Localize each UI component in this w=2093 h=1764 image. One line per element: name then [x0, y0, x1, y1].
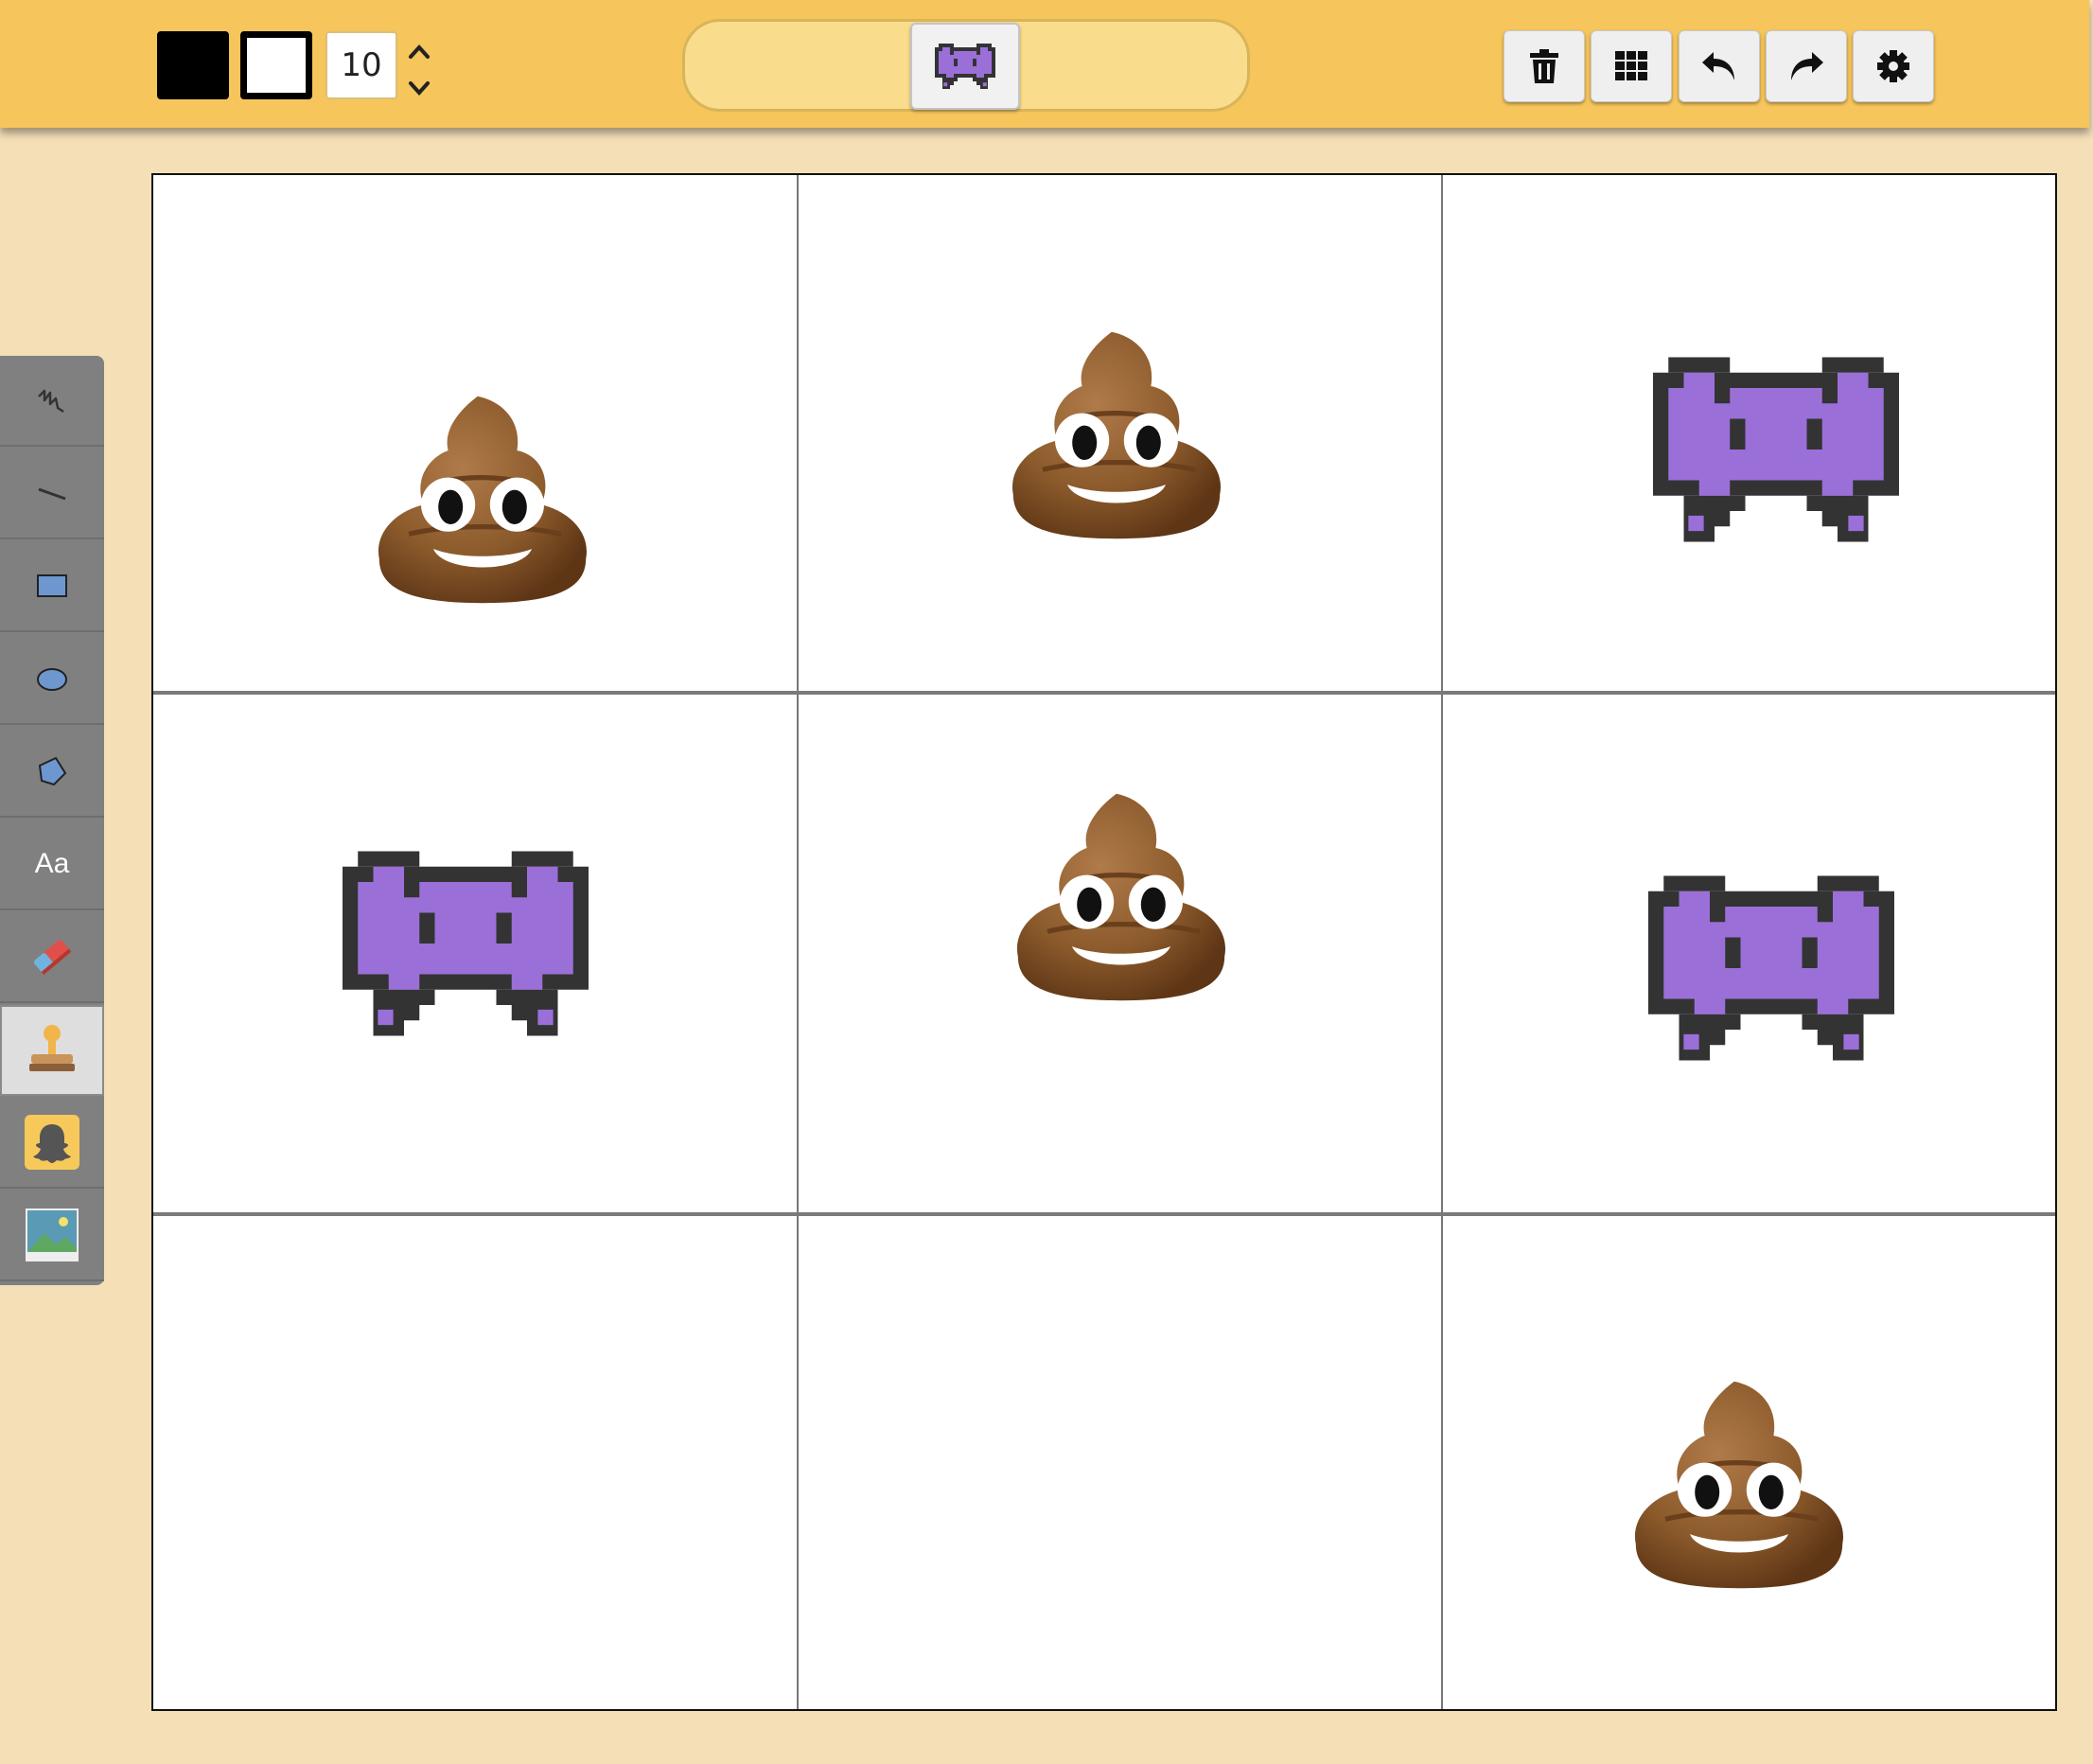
background-color-swatch[interactable] — [240, 31, 312, 99]
alien-monster-stamp — [1653, 326, 1899, 573]
chevron-up-icon[interactable] — [405, 38, 433, 66]
grid-button[interactable] — [1591, 30, 1672, 102]
grid-line-vertical-1 — [797, 175, 799, 1709]
polygon-icon — [38, 756, 67, 786]
text-tool[interactable]: Aa — [0, 820, 104, 910]
grid-line-vertical-2 — [1441, 175, 1443, 1709]
rectangle-icon — [37, 574, 67, 597]
selected-stamp-button[interactable] — [910, 23, 1020, 110]
grid-icon — [1615, 51, 1647, 80]
redo-button[interactable] — [1766, 30, 1847, 102]
line-tool[interactable] — [0, 449, 104, 539]
pile-of-poo-stamp — [360, 377, 606, 623]
grid-line-horizontal-1 — [153, 691, 2055, 695]
eraser-tool[interactable] — [0, 912, 104, 1003]
eraser-icon — [33, 940, 72, 976]
image-tool[interactable] — [0, 1191, 104, 1281]
stroke-size-input[interactable]: 10 — [325, 31, 397, 99]
line-icon — [38, 487, 66, 501]
stamp-tool[interactable] — [0, 1005, 104, 1096]
rectangle-tool[interactable] — [0, 541, 104, 632]
alien-monster-stamp — [343, 820, 589, 1067]
text-tool-label: Aa — [34, 848, 70, 879]
settings-button[interactable] — [1853, 30, 1934, 102]
undo-button[interactable] — [1679, 30, 1760, 102]
redo-icon — [1791, 52, 1823, 80]
pile-of-poo-stamp — [994, 312, 1240, 558]
foreground-color-swatch[interactable] — [157, 31, 229, 99]
ellipse-tool[interactable] — [0, 634, 104, 725]
alien-monster-icon — [935, 40, 995, 93]
ellipse-icon — [37, 668, 67, 691]
top-toolbar: 10 — [0, 0, 2089, 128]
drawing-canvas[interactable] — [151, 173, 2057, 1711]
chevron-down-icon[interactable] — [405, 74, 433, 102]
trash-icon — [1530, 49, 1558, 83]
pile-of-poo-stamp — [998, 774, 1244, 1020]
grid-line-horizontal-2 — [153, 1212, 2055, 1216]
freehand-tool[interactable] — [0, 356, 104, 447]
alien-monster-stamp — [1648, 845, 1894, 1091]
gear-icon — [1877, 50, 1909, 82]
tool-sidebar: Aa — [0, 356, 104, 1285]
polygon-tool[interactable] — [0, 727, 104, 818]
image-icon — [26, 1208, 79, 1261]
undo-icon — [1702, 52, 1734, 80]
scribble-icon — [38, 389, 64, 414]
pile-of-poo-stamp — [1616, 1362, 1862, 1608]
snapchat-tool[interactable] — [0, 1098, 104, 1189]
stamp-icon — [29, 1025, 75, 1071]
ghost-icon — [25, 1115, 79, 1170]
clear-canvas-button[interactable] — [1504, 30, 1585, 102]
